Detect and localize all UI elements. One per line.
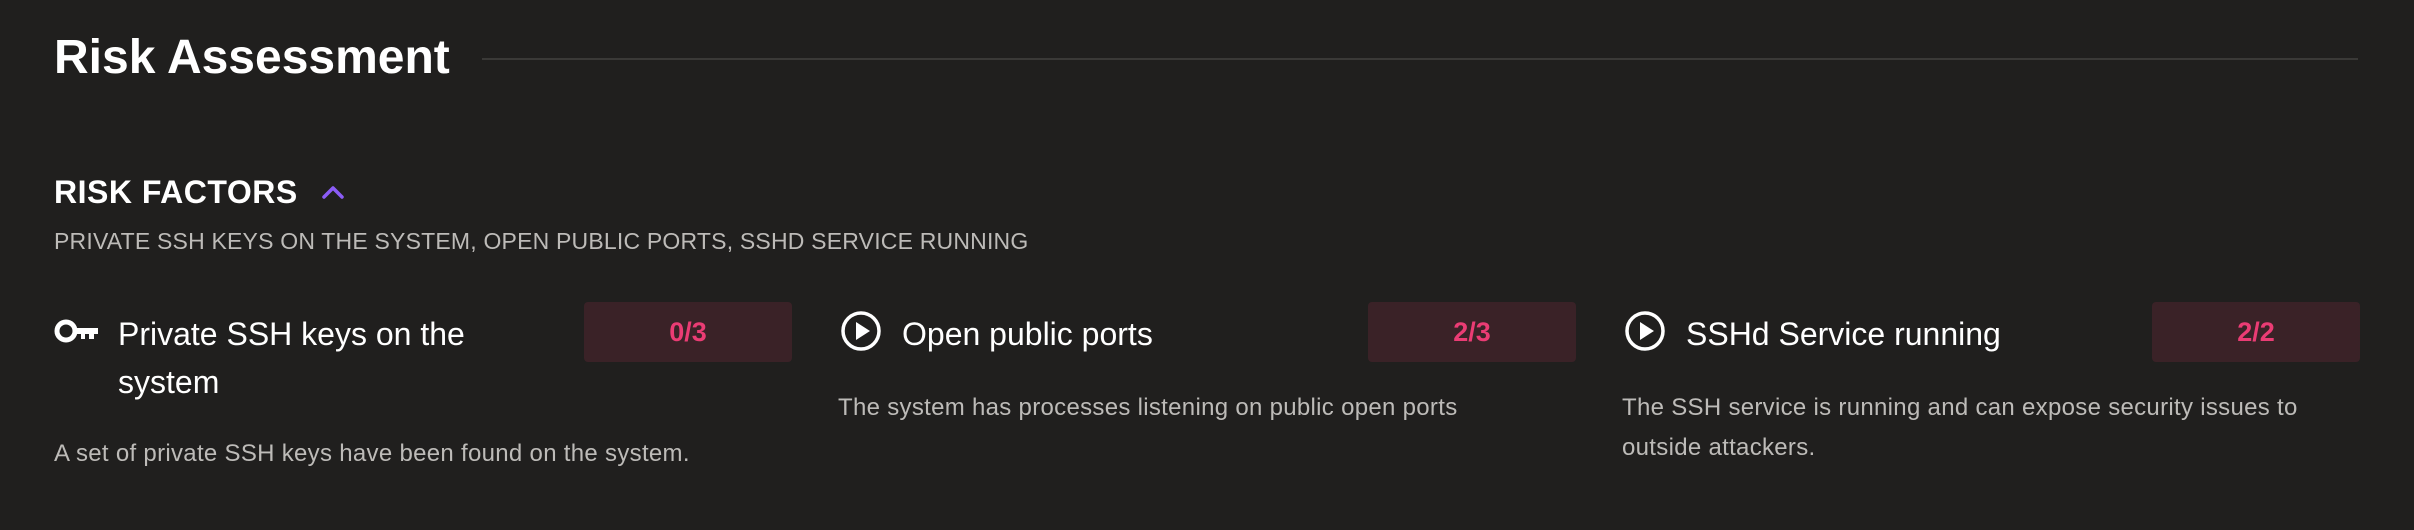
chevron-up-icon[interactable] <box>320 182 346 202</box>
risk-factor-title: Private SSH keys on the system <box>118 316 465 400</box>
risk-factors-heading: RISK FACTORS <box>54 174 298 210</box>
risk-factor-card: Open public ports 2/3 The system has pro… <box>838 302 1576 421</box>
risk-factors-header[interactable]: RISK FACTORS <box>54 172 346 212</box>
risk-factor-description: The SSH service is running and can expos… <box>1622 394 2298 461</box>
play-circle-icon <box>838 310 884 352</box>
risk-factors-summary: PRIVATE SSH KEYS ON THE SYSTEM, OPEN PUB… <box>54 228 1029 254</box>
risk-factor-title: SSHd Service running <box>1686 316 2001 352</box>
risk-factor-description: The system has processes listening on pu… <box>838 394 1458 421</box>
risk-factor-description: A set of private SSH keys have been foun… <box>54 440 690 467</box>
risk-factor-title: Open public ports <box>902 316 1153 352</box>
risk-count-badge: 2/3 <box>1368 302 1576 362</box>
risk-factor-card: Private SSH keys on the system 0/3 A set… <box>54 302 792 467</box>
title-divider <box>482 58 2358 60</box>
key-icon <box>54 310 100 352</box>
risk-count-badge: 0/3 <box>584 302 792 362</box>
play-circle-icon <box>1622 310 1668 352</box>
risk-count-badge: 2/2 <box>2152 302 2360 362</box>
section-title: Risk Assessment <box>54 31 450 84</box>
risk-factor-card: SSHd Service running 2/2 The SSH service… <box>1622 302 2360 461</box>
